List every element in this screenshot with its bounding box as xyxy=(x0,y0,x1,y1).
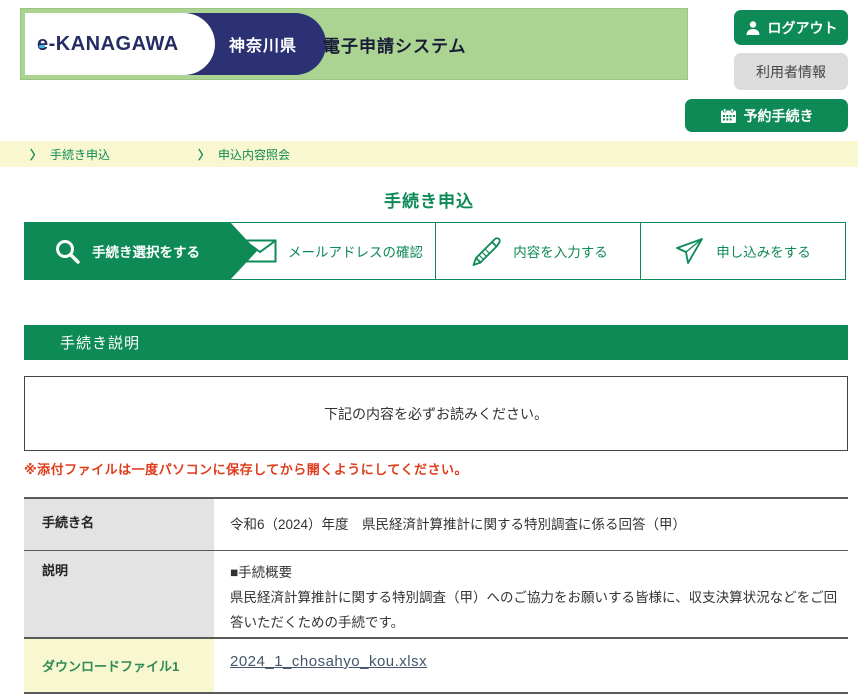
chevron-right-icon: 〉 xyxy=(198,146,210,163)
e-kanagawa-logo[interactable]: e-KANAGAWA xyxy=(25,13,215,75)
table-row-procedure-name: 手続き名 令和6（2024）年度 県民経済計算推計に関する特別調査に係る回答（甲… xyxy=(24,499,848,551)
logout-label: ログアウト xyxy=(768,18,838,38)
logo-e-mark: e xyxy=(37,33,49,56)
search-icon xyxy=(54,238,81,265)
breadcrumb-label: 手続き申込 xyxy=(50,146,110,163)
logout-button[interactable]: ログアウト xyxy=(734,10,848,45)
pencil-icon xyxy=(468,235,502,267)
step-label: メールアドレスの確認 xyxy=(288,241,423,261)
calendar-icon xyxy=(720,108,737,124)
logo-rest: -KANAGAWA xyxy=(49,33,179,55)
page-title: 手続き申込 xyxy=(0,187,858,212)
table-row-download-file-1: ダウンロードファイル1 2024_1_chosahyo_kou.xlsx xyxy=(24,639,848,692)
table-row-description: 説明 ■手続概要 県民経済計算推計に関する特別調査（甲）へのご協力をお願いする皆… xyxy=(24,551,848,648)
breadcrumb-label: 申込内容照会 xyxy=(218,146,290,163)
download-file-label: ダウンロードファイル1 xyxy=(24,639,214,692)
procedure-detail-table: 手続き名 令和6（2024）年度 県民経済計算推計に関する特別調査に係る回答（甲… xyxy=(24,497,848,648)
chevron-right-icon: 〉 xyxy=(30,146,42,163)
prefecture-label: 神奈川県 xyxy=(229,9,297,79)
row-label: 手続き名 xyxy=(24,499,214,550)
step-enter-content: 内容を入力する xyxy=(435,222,641,280)
description-body: 県民経済計算推計に関する特別調査（甲）へのご協力をお願いする皆様に、収支決算状況… xyxy=(230,585,838,635)
system-title: 電子申請システム xyxy=(323,9,467,79)
breadcrumb-item-moushikomi-shoukai[interactable]: 〉 申込内容照会 xyxy=(198,146,290,163)
logo-text: e-KANAGAWA xyxy=(37,33,179,56)
send-icon xyxy=(675,236,705,266)
step-label: 申し込みをする xyxy=(716,241,811,261)
user-info-label: 利用者情報 xyxy=(756,62,826,82)
description-heading: ■手続概要 xyxy=(230,560,838,585)
procedure-description-value: ■手続概要 県民経済計算推計に関する特別調査（甲）へのご協力をお願いする皆様に、… xyxy=(214,551,848,648)
user-info-button[interactable]: 利用者情報 xyxy=(734,53,848,90)
row-label: 説明 xyxy=(24,551,214,648)
section-header-procedure-description: 手続き説明 xyxy=(24,325,848,360)
download-file-cell: 2024_1_chosahyo_kou.xlsx xyxy=(214,639,848,692)
notice-box: 下記の内容を必ずお読みください。 xyxy=(24,376,848,451)
step-label: 手続き選択をする xyxy=(92,241,200,261)
header-banner: e-KANAGAWA 神奈川県 電子申請システム xyxy=(20,8,688,80)
download-file-table: ダウンロードファイル1 2024_1_chosahyo_kou.xlsx xyxy=(24,637,848,694)
step-indicator: 手続き選択をする メールアドレスの確認 内容を入力する 申し込みをする xyxy=(24,222,848,280)
section-title: 手続き説明 xyxy=(60,332,140,353)
step-submit-application: 申し込みをする xyxy=(640,222,846,280)
attachment-warning: ※添付ファイルは一度パソコンに保存してから開くようにしてください。 xyxy=(24,459,468,478)
reservation-label: 予約手続き xyxy=(744,106,814,126)
procedure-name-value: 令和6（2024）年度 県民経済計算推計に関する特別調査に係る回答（甲） xyxy=(214,499,848,550)
step-select-procedure: 手続き選択をする xyxy=(24,222,230,280)
download-file-link[interactable]: 2024_1_chosahyo_kou.xlsx xyxy=(230,653,427,670)
person-icon xyxy=(745,20,761,36)
step-label: 内容を入力する xyxy=(513,241,608,261)
step-confirm-email: メールアドレスの確認 xyxy=(230,222,436,280)
breadcrumb: 〉 手続き申込 〉 申込内容照会 xyxy=(0,141,858,167)
notice-text: 下記の内容を必ずお読みください。 xyxy=(324,404,548,424)
breadcrumb-item-tetsuzuki-moushikomi[interactable]: 〉 手続き申込 xyxy=(30,146,110,163)
reservation-button[interactable]: 予約手続き xyxy=(685,99,848,132)
